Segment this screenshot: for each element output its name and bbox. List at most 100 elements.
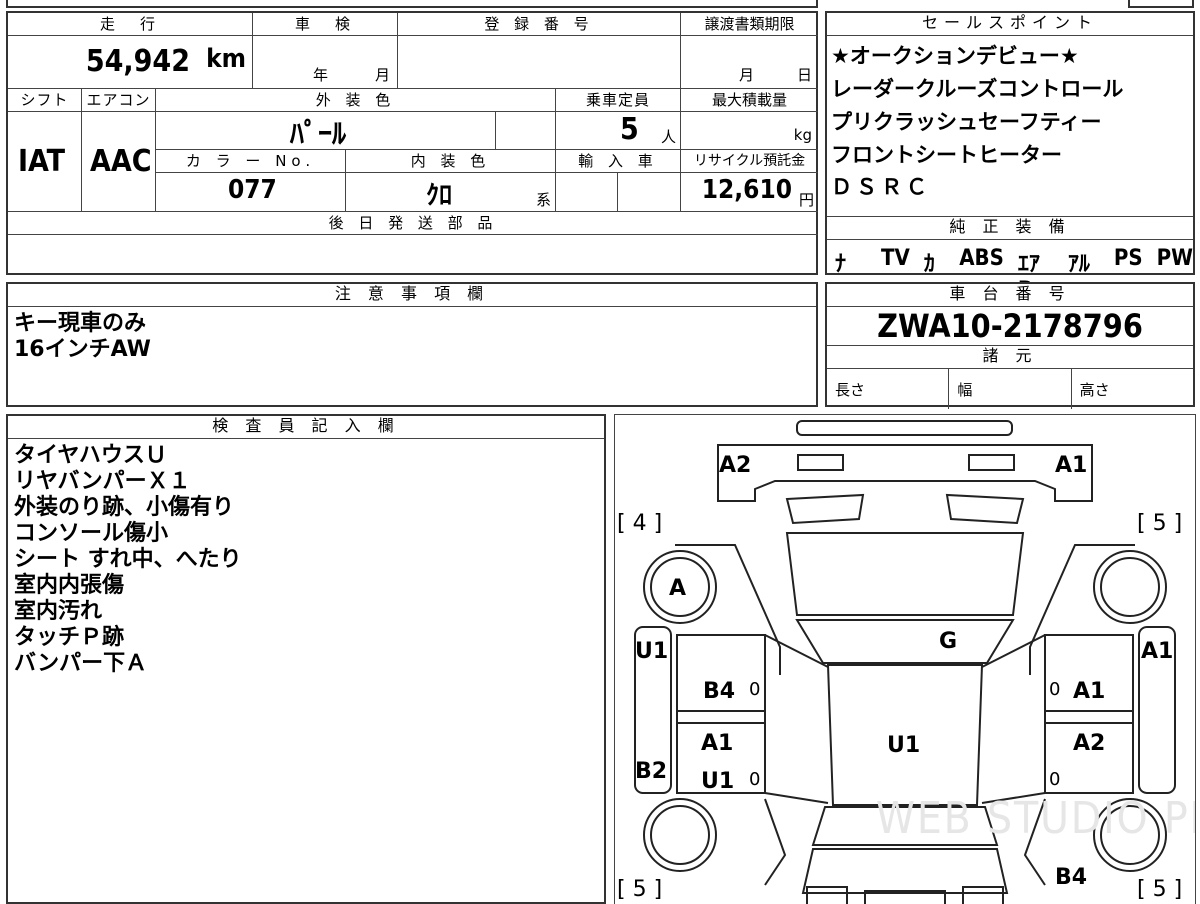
inspector-line: 室内汚れ — [14, 599, 103, 624]
transfer-deadline-header: 譲渡書類期限 — [681, 13, 818, 36]
chassis-header: 車 台 番 号 — [827, 284, 1193, 307]
note-line: キー現車のみ — [14, 311, 147, 336]
mark-a2-right-rear-door: A2 — [1073, 731, 1106, 756]
bracket-top-right: [ 5 ] — [1137, 511, 1183, 536]
top-strip — [6, 0, 818, 8]
inspector-line: 室内内張傷 — [14, 573, 125, 598]
import-header: 輸 入 車 — [556, 150, 681, 173]
capacity-header: 乗車定員 — [556, 89, 681, 112]
car-diagram: WEB STUDIO PRO A2 A1 [ 4 ] [ 5 ] A G U1 … — [614, 414, 1196, 904]
inspector-line: シート すれ中、へたり — [14, 547, 242, 572]
inspector-line: タッチＰ跡 — [14, 625, 125, 650]
sales-point-line: プリクラッシュセーフティー — [831, 110, 1102, 134]
spec-header: 諸 元 — [827, 346, 1193, 369]
mileage-cell: 54,942 km — [8, 36, 253, 89]
sales-point-line: ＤＳＲＣ — [831, 175, 931, 199]
chassis-number: ZWA10-2178796 — [827, 307, 1193, 346]
shaken-header: 車 検 — [253, 13, 398, 36]
int-color-suffix: 系 — [535, 191, 551, 209]
capacity-unit: 人 — [660, 128, 676, 146]
ac-cell: AAC — [82, 112, 156, 212]
inspector-line: タイヤハウスＵ — [14, 443, 167, 468]
later-parts-header: 後 日 発 送 部 品 — [8, 212, 818, 235]
registration-header: 登 録 番 号 — [398, 13, 681, 36]
ac-header: エアコン — [82, 89, 156, 112]
mark-a1-left-rear-door: A1 — [701, 731, 734, 756]
bracket-top-left: [ 4 ] — [617, 511, 663, 536]
notes-header: 注 意 事 項 欄 — [8, 284, 816, 307]
zero-right-rear: 0 — [1049, 769, 1061, 790]
inspector-line: コンソール傷小 — [14, 521, 169, 546]
shift-header: シフト — [8, 89, 82, 112]
zero-right-front: 0 — [1049, 679, 1061, 700]
ac-value: AAC — [90, 144, 152, 179]
registration-cell — [398, 36, 681, 89]
ext-color-header: 外 装 色 — [156, 89, 556, 112]
main-vehicle-table: 走 行 車 検 登 録 番 号 譲渡書類期限 54,942 km 年 月 月 日… — [6, 11, 818, 275]
recycle-header: リサイクル預託金 — [681, 150, 818, 173]
bracket-bottom-right: [ 5 ] — [1137, 877, 1183, 902]
notes-list: キー現車のみ 16インチAW — [8, 307, 816, 363]
mark-b2-left: B2 — [635, 759, 668, 784]
spec-row: 長さ 幅 高さ — [827, 369, 1193, 409]
mark-a1-right: A1 — [1141, 639, 1174, 664]
mark-g-hood: G — [939, 629, 958, 654]
sales-point-line: フロントシートヒーター — [831, 143, 1062, 167]
shaken-year: 年 — [313, 66, 329, 84]
zero-left-rear: 0 — [749, 769, 761, 790]
mark-b4-bottom-right: B4 — [1055, 865, 1088, 890]
mark-u1-left-rear-door: U1 — [701, 769, 735, 794]
inspector-list: タイヤハウスＵ リヤバンパーＸ１ 外装のり跡、小傷有り コンソール傷小 シート … — [8, 439, 604, 677]
sales-points-header: セールスポイント — [827, 13, 1193, 36]
max-load-cell: kg — [681, 112, 818, 150]
recycle-value: 12,610 — [701, 175, 792, 205]
transfer-day: 日 — [797, 66, 813, 84]
transfer-month: 月 — [739, 66, 755, 84]
mark-u1-roof: U1 — [887, 733, 921, 758]
sales-points-box: セールスポイント ★オークションデビュー★ レーダークルーズコントロール プリク… — [825, 11, 1195, 309]
color-no-header: カ ラ ー No. — [156, 150, 346, 173]
mark-b4-left-door: B4 — [703, 679, 736, 704]
inspector-header: 検 査 員 記 入 欄 — [8, 416, 604, 439]
shift-value: IAT — [18, 144, 66, 179]
mileage-value: 54,942 — [85, 44, 190, 79]
capacity-cell: 5 人 — [556, 112, 681, 150]
sales-point-line: レーダークルーズコントロール — [831, 77, 1124, 101]
mark-a-left-wheel: A — [669, 576, 687, 601]
int-color-header: 内 装 色 — [346, 150, 556, 173]
import-cell-b — [618, 173, 681, 212]
shift-cell: IAT — [8, 112, 82, 212]
spec-length: 長さ — [827, 369, 950, 409]
import-cell-a — [556, 173, 618, 212]
spec-width: 幅 — [949, 369, 1072, 409]
color-no-value: 077 — [228, 175, 277, 205]
sales-points-list: ★オークションデビュー★ レーダークルーズコントロール プリクラッシュセーフティ… — [827, 36, 1193, 217]
max-load-header: 最大積載量 — [681, 89, 818, 112]
notes-box: 注 意 事 項 欄 キー現車のみ 16インチAW — [6, 282, 818, 407]
recycle-unit: 円 — [798, 191, 814, 209]
max-load-unit: kg — [793, 126, 812, 144]
equipment-header: 純 正 装 備 — [827, 217, 1193, 240]
transfer-cell: 月 日 — [681, 36, 818, 89]
capacity-value: 5 — [620, 112, 639, 147]
mark-a1-front: A1 — [1055, 453, 1088, 478]
sales-point-line: ★オークションデビュー★ — [831, 44, 1079, 68]
ext-color-cell: ﾊﾟｰﾙ — [156, 112, 496, 150]
later-parts-cell — [8, 235, 818, 273]
int-color-value: ｸﾛ — [426, 181, 453, 211]
watermark: WEB STUDIO PRO — [875, 793, 1195, 844]
mark-a1-right-door: A1 — [1073, 679, 1106, 704]
mileage-unit: km — [206, 44, 246, 74]
inspector-line: バンパー下Ａ — [14, 651, 148, 676]
note-line: 16インチAW — [14, 337, 151, 362]
spec-height: 高さ — [1079, 381, 1110, 399]
bracket-bottom-left: [ 5 ] — [617, 877, 663, 902]
ext-color-extra-cell — [496, 112, 556, 150]
chassis-box: 車 台 番 号 ZWA10-2178796 諸 元 長さ 幅 高さ — [825, 282, 1195, 409]
inspector-line: リヤバンパーＸ１ — [14, 469, 191, 494]
int-color-cell: ｸﾛ 系 — [346, 173, 556, 212]
color-no-cell: 077 — [156, 173, 346, 212]
shaken-month: 月 — [375, 66, 391, 84]
mark-u1-left: U1 — [635, 639, 669, 664]
shaken-cell: 年 月 — [253, 36, 398, 89]
